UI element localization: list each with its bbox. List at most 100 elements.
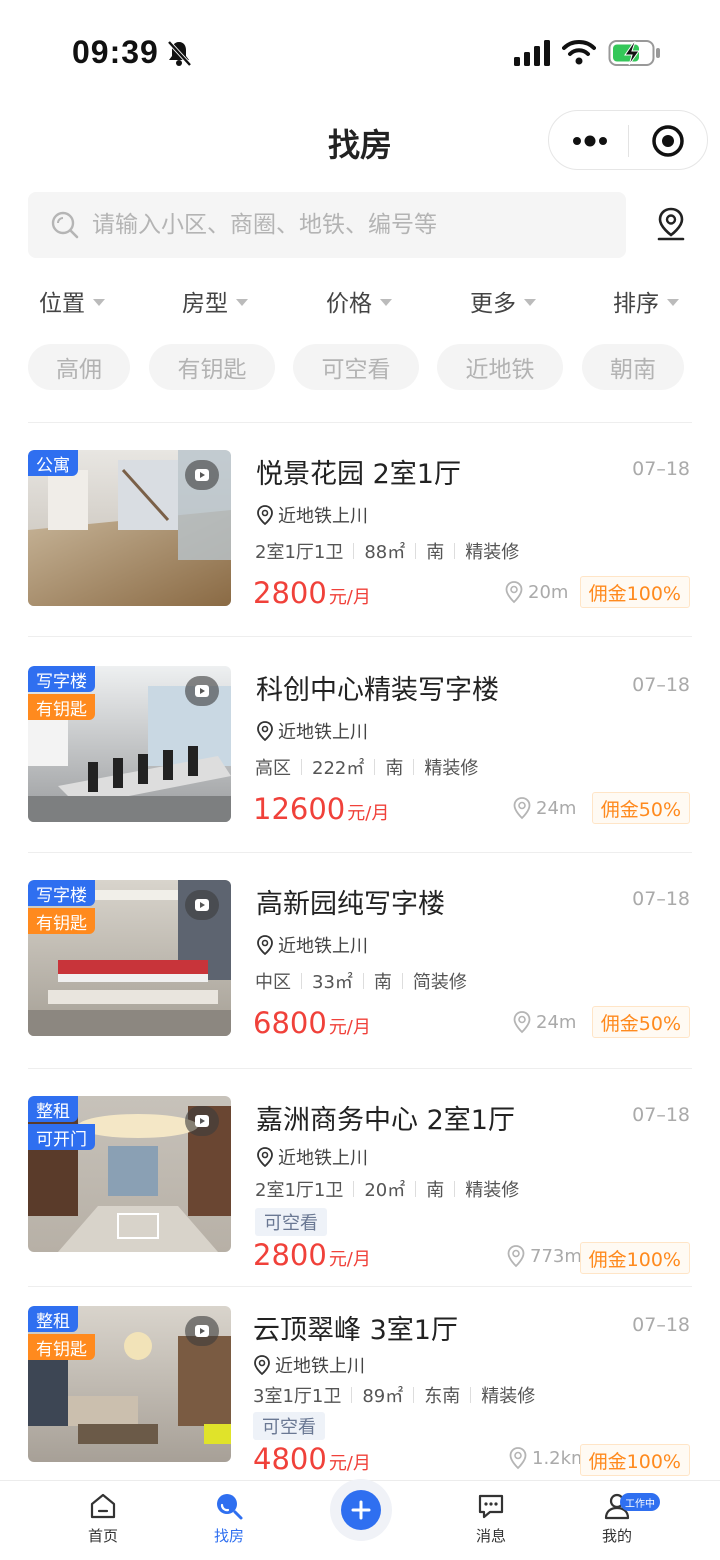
tab-label: 找房 <box>213 1527 244 1545</box>
spec-floor: 中区 <box>255 972 291 993</box>
listing-location: 近地铁上川 <box>256 718 368 744</box>
filter-label: 位置 <box>39 291 85 317</box>
tag-high-commission[interactable]: 高佣 <box>28 344 130 390</box>
location-text: 近地铁上川 <box>278 722 368 743</box>
tab-find-house[interactable]: 找房 <box>184 1491 274 1546</box>
divider <box>353 1181 355 1197</box>
listing-title: 科创中心精装写字楼 <box>256 675 499 706</box>
caret-down-icon <box>524 298 536 306</box>
location-text: 近地铁上川 <box>278 1148 368 1169</box>
spec-area: 20㎡ <box>364 1180 406 1201</box>
type-badge: 公寓 <box>28 450 78 476</box>
close-target-icon[interactable] <box>651 124 685 158</box>
filter-room-type[interactable]: 房型 <box>182 284 248 318</box>
listing-specs: 2室1厅1卫 20㎡ 南 精装修 <box>255 1176 519 1202</box>
tab-label: 我的 <box>601 1527 632 1545</box>
listing-price: 2800 元/月 <box>253 576 371 610</box>
more-dots-icon[interactable] <box>571 127 609 155</box>
status-time: 09:39 <box>72 34 159 70</box>
commission-badge: 佣金100% <box>579 1444 690 1476</box>
filter-location[interactable]: 位置 <box>39 284 105 318</box>
spec-area: 222㎡ <box>312 758 365 779</box>
spec-floor: 高区 <box>255 758 291 779</box>
price-value: 12600 <box>253 792 346 826</box>
listing-date: 07–18 <box>632 888 690 910</box>
listing-date: 07–18 <box>632 1314 690 1336</box>
caret-down-icon <box>236 298 248 306</box>
listing-distance: 773m <box>506 1244 582 1268</box>
filter-row: 位置 房型 价格 更多 排序 <box>0 272 720 328</box>
battery-charging-icon <box>608 40 660 66</box>
caret-down-icon <box>380 298 392 306</box>
listing-date: 07–18 <box>632 1104 690 1126</box>
tag-near-subway[interactable]: 近地铁 <box>437 344 563 390</box>
signal-icon <box>514 40 550 66</box>
filter-sort[interactable]: 排序 <box>613 284 679 318</box>
spec-orientation: 南 <box>426 1180 445 1201</box>
listing-card[interactable]: 整租 可开门 嘉洲商务中心 2室1厅 07–18 近地铁上川 2室1厅1卫 20… <box>0 1096 720 1296</box>
type-badge: 整租 <box>28 1306 78 1332</box>
listing-specs: 2室1厅1卫 88㎡ 南 精装修 <box>255 538 519 564</box>
spec-layout: 2室1厅1卫 <box>255 542 344 563</box>
divider <box>470 1387 472 1403</box>
location-icon <box>257 505 273 525</box>
listing-photo: 整租 有钥匙 <box>28 1306 231 1462</box>
divider <box>351 1387 353 1403</box>
spec-orientation: 南 <box>373 972 392 993</box>
filter-label: 排序 <box>613 291 659 317</box>
distance-text: 24m <box>536 1011 577 1033</box>
price-unit: 元/月 <box>328 587 371 608</box>
spec-orientation: 东南 <box>424 1386 461 1407</box>
tag-south-facing[interactable]: 朝南 <box>582 344 684 390</box>
plus-icon <box>351 1500 371 1520</box>
listing-title: 悦景花园 2室1厅 <box>256 459 461 490</box>
tab-home[interactable]: 首页 <box>58 1491 148 1546</box>
listing-card[interactable]: 整租 有钥匙 云顶翠峰 3室1厅 07–18 近地铁上川 3室1厅1卫 89㎡ … <box>0 1306 720 1506</box>
price-value: 6800 <box>253 1006 327 1040</box>
listing-card[interactable]: 公寓 悦景花园 2室1厅 07–18 近地铁上川 2室1厅1卫 88㎡ 南 精装… <box>0 450 720 650</box>
message-icon <box>478 1494 504 1519</box>
search-input[interactable] <box>92 192 612 258</box>
key-badge: 有钥匙 <box>28 908 95 934</box>
listing-card[interactable]: 写字楼 有钥匙 高新园纯写字楼 07–18 近地铁上川 中区 33㎡ 南 简装修… <box>0 880 720 1080</box>
location-icon <box>254 1355 270 1375</box>
spec-layout: 2室1厅1卫 <box>255 1180 344 1201</box>
listing-distance: 24m <box>512 796 576 820</box>
video-play-icon <box>185 890 219 920</box>
filter-label: 更多 <box>470 291 516 317</box>
location-text: 近地铁上川 <box>275 1356 365 1377</box>
add-button[interactable] <box>341 1490 381 1530</box>
spec-decoration: 精装修 <box>465 1180 520 1201</box>
divider <box>413 1387 415 1403</box>
listing-date: 07–18 <box>632 674 690 696</box>
location-pin-icon[interactable] <box>654 206 688 242</box>
location-text: 近地铁上川 <box>278 506 368 527</box>
spec-area: 88㎡ <box>364 542 406 563</box>
spec-area: 89㎡ <box>362 1386 404 1407</box>
listing-specs: 高区 222㎡ 南 精装修 <box>255 754 478 780</box>
listing-distance: 20m <box>504 580 568 604</box>
search-box[interactable] <box>28 192 626 258</box>
listing-location: 近地铁上川 <box>253 1352 365 1378</box>
listing-card[interactable]: 写字楼 有钥匙 科创中心精装写字楼 07–18 近地铁上川 高区 222㎡ 南 … <box>0 666 720 866</box>
tag-empty-viewing[interactable]: 可空看 <box>293 344 419 390</box>
filter-price[interactable]: 价格 <box>326 284 392 318</box>
listing-specs: 3室1厅1卫 89㎡ 东南 精装修 <box>253 1382 535 1408</box>
listing-specs: 中区 33㎡ 南 简装修 <box>255 968 467 994</box>
tab-messages[interactable]: 消息 <box>446 1491 536 1546</box>
listing-title: 云顶翠峰 3室1厅 <box>253 1315 458 1346</box>
quick-tag-row: 高佣 有钥匙 可空看 近地铁 朝南 <box>0 344 720 392</box>
tag-has-key[interactable]: 有钥匙 <box>149 344 275 390</box>
divider <box>415 1181 417 1197</box>
commission-badge: 佣金100% <box>579 576 690 608</box>
nav-bar: 找房 <box>0 100 720 184</box>
commission-badge: 佣金50% <box>591 792 690 824</box>
filter-more[interactable]: 更多 <box>470 284 536 318</box>
distance-text: 773m <box>530 1245 582 1267</box>
door-badge: 可开门 <box>28 1124 95 1150</box>
divider <box>454 543 456 559</box>
divider <box>301 973 302 989</box>
spec-decoration: 精装修 <box>424 758 479 779</box>
listing-distance: 1.2km <box>508 1446 589 1470</box>
empty-viewing-chip: 可空看 <box>255 1208 327 1236</box>
